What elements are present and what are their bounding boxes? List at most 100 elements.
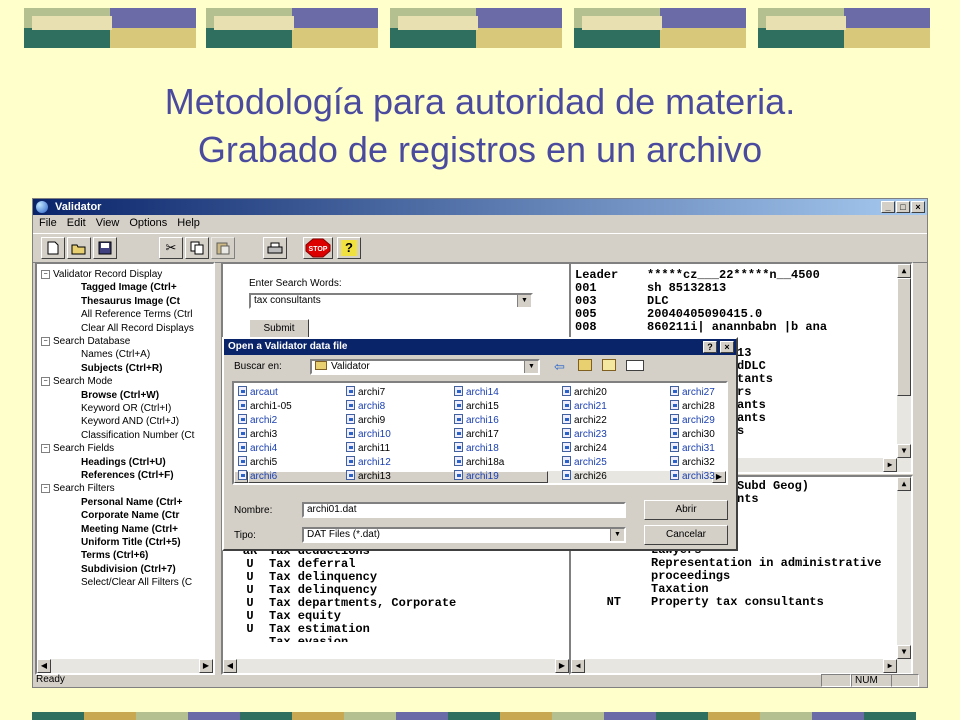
tree-category[interactable]: − Search Filters bbox=[41, 482, 115, 495]
menu-help[interactable]: Help bbox=[177, 217, 200, 229]
tree-item[interactable]: Subdivision (Ctrl+7) bbox=[81, 563, 176, 576]
collapse-icon[interactable]: − bbox=[41, 336, 50, 346]
file-item[interactable]: archi10 bbox=[346, 428, 391, 441]
file-item[interactable]: archi20 bbox=[562, 386, 607, 399]
file-item[interactable]: archi11 bbox=[346, 442, 390, 455]
file-item[interactable]: archi24 bbox=[562, 442, 607, 455]
scroll-right-button[interactable]: ▶ bbox=[199, 659, 213, 673]
close-button[interactable]: × bbox=[911, 201, 925, 213]
tree-item[interactable]: Subjects (Ctrl+R) bbox=[81, 362, 162, 375]
tree-item[interactable]: Thesaurus Image (Ct bbox=[81, 295, 180, 308]
tree-item[interactable]: Personal Name (Ctrl+ bbox=[81, 496, 182, 509]
record-scroll-down[interactable]: ▼ bbox=[897, 444, 911, 458]
tree-item[interactable]: Uniform Title (Ctrl+5) bbox=[81, 536, 181, 549]
filetype-select[interactable]: DAT Files (*.dat) ▼ bbox=[302, 527, 626, 543]
record-scroll-up[interactable]: ▲ bbox=[897, 264, 911, 278]
tree-item[interactable]: Browse (Ctrl+W) bbox=[81, 389, 159, 402]
tree-item[interactable]: Clear All Record Displays bbox=[81, 322, 194, 335]
filename-input[interactable]: archi01.dat bbox=[302, 502, 626, 518]
thesaurus-horizontal-scrollbar[interactable]: ◀ ▶ bbox=[571, 659, 911, 673]
file-item[interactable]: archi32 bbox=[670, 456, 715, 469]
result-row[interactable]: U Tax delinquency bbox=[231, 583, 377, 597]
dialog-close-button[interactable]: × bbox=[720, 341, 734, 353]
file-item[interactable]: archi3 bbox=[238, 428, 277, 441]
open-icon[interactable] bbox=[67, 237, 91, 259]
submit-button[interactable]: Submit bbox=[249, 319, 309, 339]
tree-item[interactable]: Select/Clear All Filters (C bbox=[81, 576, 192, 589]
file-item[interactable]: arcaut bbox=[238, 386, 278, 399]
file-item[interactable]: archi18 bbox=[454, 442, 499, 455]
print-icon[interactable] bbox=[263, 237, 287, 259]
file-item[interactable]: archi19 bbox=[454, 470, 499, 483]
thesaurus-vertical-scrollbar[interactable]: ▲ ▼ bbox=[897, 477, 911, 673]
result-row[interactable]: U Tax estimation bbox=[231, 622, 369, 636]
file-item[interactable]: archi30 bbox=[670, 428, 715, 441]
results-scroll-right[interactable]: ▶ bbox=[555, 659, 569, 673]
copy-icon[interactable] bbox=[185, 237, 209, 259]
new-folder-icon[interactable] bbox=[602, 359, 616, 371]
tree-item[interactable]: References (Ctrl+F) bbox=[81, 469, 174, 482]
look-in-select[interactable]: Validator ▼ bbox=[310, 359, 540, 375]
cut-icon[interactable]: ✂ bbox=[159, 237, 183, 259]
thesaurus-scroll-down[interactable]: ▼ bbox=[897, 645, 911, 659]
file-item[interactable]: archi22 bbox=[562, 414, 607, 427]
tree-item[interactable]: Keyword OR (Ctrl+I) bbox=[81, 402, 171, 415]
up-folder-icon[interactable] bbox=[578, 359, 592, 371]
view-menu-icon[interactable] bbox=[626, 360, 644, 371]
file-item[interactable]: archi8 bbox=[346, 400, 385, 413]
file-item[interactable]: archi5 bbox=[238, 456, 277, 469]
tree-category[interactable]: − Search Database bbox=[41, 335, 130, 348]
tree-item[interactable]: Terms (Ctrl+6) bbox=[81, 549, 148, 562]
tree-item[interactable]: Names (Ctrl+A) bbox=[81, 348, 150, 361]
record-vertical-scrollbar[interactable]: ▲ ▼ bbox=[897, 264, 911, 472]
file-item[interactable]: archi9 bbox=[346, 414, 385, 427]
file-item[interactable]: archi31 bbox=[670, 442, 715, 455]
new-icon[interactable] bbox=[41, 237, 65, 259]
file-item[interactable]: archi21 bbox=[562, 400, 607, 413]
file-scroll-thumb[interactable] bbox=[248, 471, 548, 483]
collapse-icon[interactable]: − bbox=[41, 269, 50, 279]
file-item[interactable]: archi15 bbox=[454, 400, 499, 413]
tree-item[interactable]: Headings (Ctrl+U) bbox=[81, 456, 166, 469]
result-row[interactable]: U Tax deferral bbox=[231, 557, 355, 571]
file-item[interactable]: archi7 bbox=[346, 386, 385, 399]
menu-view[interactable]: View bbox=[96, 217, 120, 229]
file-item[interactable]: archi17 bbox=[454, 428, 499, 441]
file-item[interactable]: archi14 bbox=[454, 386, 499, 399]
tree-category[interactable]: − Search Fields bbox=[41, 442, 114, 455]
file-item[interactable]: archi33 bbox=[670, 470, 715, 483]
tree-category[interactable]: − Search Mode bbox=[41, 375, 112, 388]
search-dropdown-arrow[interactable]: ▼ bbox=[517, 295, 531, 307]
thesaurus-scroll-right[interactable]: ▶ bbox=[883, 659, 897, 673]
tree-item[interactable]: Tagged Image (Ctrl+ bbox=[81, 281, 177, 294]
result-row[interactable]: U Tax equity bbox=[231, 609, 341, 623]
scroll-left-button[interactable]: ◀ bbox=[37, 659, 51, 673]
tree-item[interactable]: Corporate Name (Ctr bbox=[81, 509, 179, 522]
file-item[interactable]: archi18a bbox=[454, 456, 504, 469]
file-item[interactable]: archi12 bbox=[346, 456, 391, 469]
look-in-dropdown-arrow[interactable]: ▼ bbox=[524, 361, 538, 373]
file-item[interactable]: archi6 bbox=[238, 470, 277, 483]
menu-edit[interactable]: Edit bbox=[67, 217, 86, 229]
results-scroll-left[interactable]: ◀ bbox=[223, 659, 237, 673]
collapse-icon[interactable]: − bbox=[41, 484, 50, 494]
results-horizontal-scrollbar[interactable]: ◀ ▶ bbox=[223, 659, 569, 673]
minimize-button[interactable]: _ bbox=[881, 201, 895, 213]
cancel-button[interactable]: Cancelar bbox=[644, 525, 728, 545]
dialog-help-button[interactable]: ? bbox=[703, 341, 717, 353]
collapse-icon[interactable]: − bbox=[41, 444, 50, 454]
tree-item[interactable]: Meeting Name (Ctrl+ bbox=[81, 523, 178, 536]
tree-horizontal-scrollbar[interactable]: ◀ ▶ bbox=[37, 659, 213, 673]
search-input[interactable]: tax consultants ▼ bbox=[249, 293, 533, 309]
result-row[interactable]: U Tax departments, Corporate bbox=[231, 596, 456, 610]
thesaurus-scroll-up[interactable]: ▲ bbox=[897, 477, 911, 491]
record-scroll-right[interactable]: ▶ bbox=[883, 458, 897, 472]
stop-icon[interactable]: STOP bbox=[303, 237, 333, 259]
menu-options[interactable]: Options bbox=[129, 217, 167, 229]
window-titlebar[interactable]: Validator _ □ × bbox=[33, 199, 927, 215]
record-scroll-thumb[interactable] bbox=[897, 278, 911, 396]
result-row[interactable]: U Tax delinquency bbox=[231, 570, 377, 584]
collapse-icon[interactable]: − bbox=[41, 377, 50, 387]
file-item[interactable]: archi4 bbox=[238, 442, 277, 455]
open-button[interactable]: Abrir bbox=[644, 500, 728, 520]
